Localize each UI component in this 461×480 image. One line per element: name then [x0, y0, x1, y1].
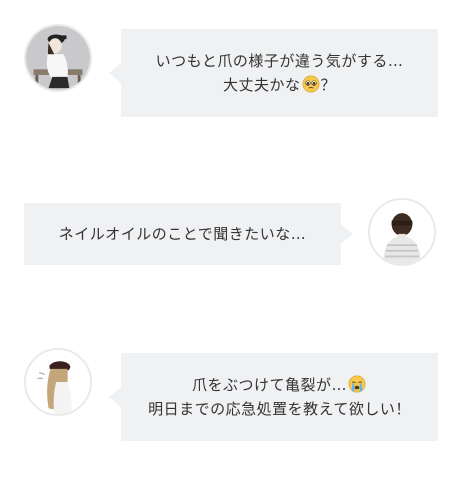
message-text: 爪をぶつけて亀裂が…	[191, 376, 347, 394]
message-text-line: 明日までの応急処置を教えて欲しい！	[148, 400, 411, 418]
message-bubble: ネイルオイルのことで聞きたいな…	[24, 203, 353, 265]
person-illustration-icon	[370, 200, 434, 264]
avatar-person-back-view	[368, 198, 436, 266]
message-text-line: ネイルオイルのことで聞きたいな…	[58, 225, 307, 243]
message-text-line: いつもと爪の様子が違う気がする…	[155, 52, 404, 70]
message-text: 大丈夫かな	[222, 76, 301, 94]
chat-message-2: ネイルオイルのことで聞きたいな…	[0, 198, 461, 270]
message-text: ？	[320, 76, 337, 94]
avatar-woman-in-cap	[24, 24, 92, 92]
chat-message-3: 爪をぶつけて亀裂が… 明日までの応急処置を教えて欲しい！	[0, 348, 461, 444]
message-text-line: 大丈夫かな ？	[223, 73, 336, 97]
loudly-crying-face-emoji-icon	[348, 375, 366, 393]
message-text-line: 爪をぶつけて亀裂が…	[192, 373, 367, 397]
chat-message-1: いつもと爪の様子が違う気がする… 大丈夫かな ？	[0, 24, 461, 120]
message-bubble: 爪をぶつけて亀裂が… 明日までの応急処置を教えて欲しい！	[109, 353, 438, 441]
avatar-woman-long-hair	[24, 348, 92, 416]
person-illustration-icon	[26, 26, 90, 90]
pleading-face-emoji-icon	[302, 75, 319, 93]
person-illustration-icon	[26, 350, 90, 414]
message-bubble: いつもと爪の様子が違う気がする… 大丈夫かな ？	[109, 29, 438, 117]
